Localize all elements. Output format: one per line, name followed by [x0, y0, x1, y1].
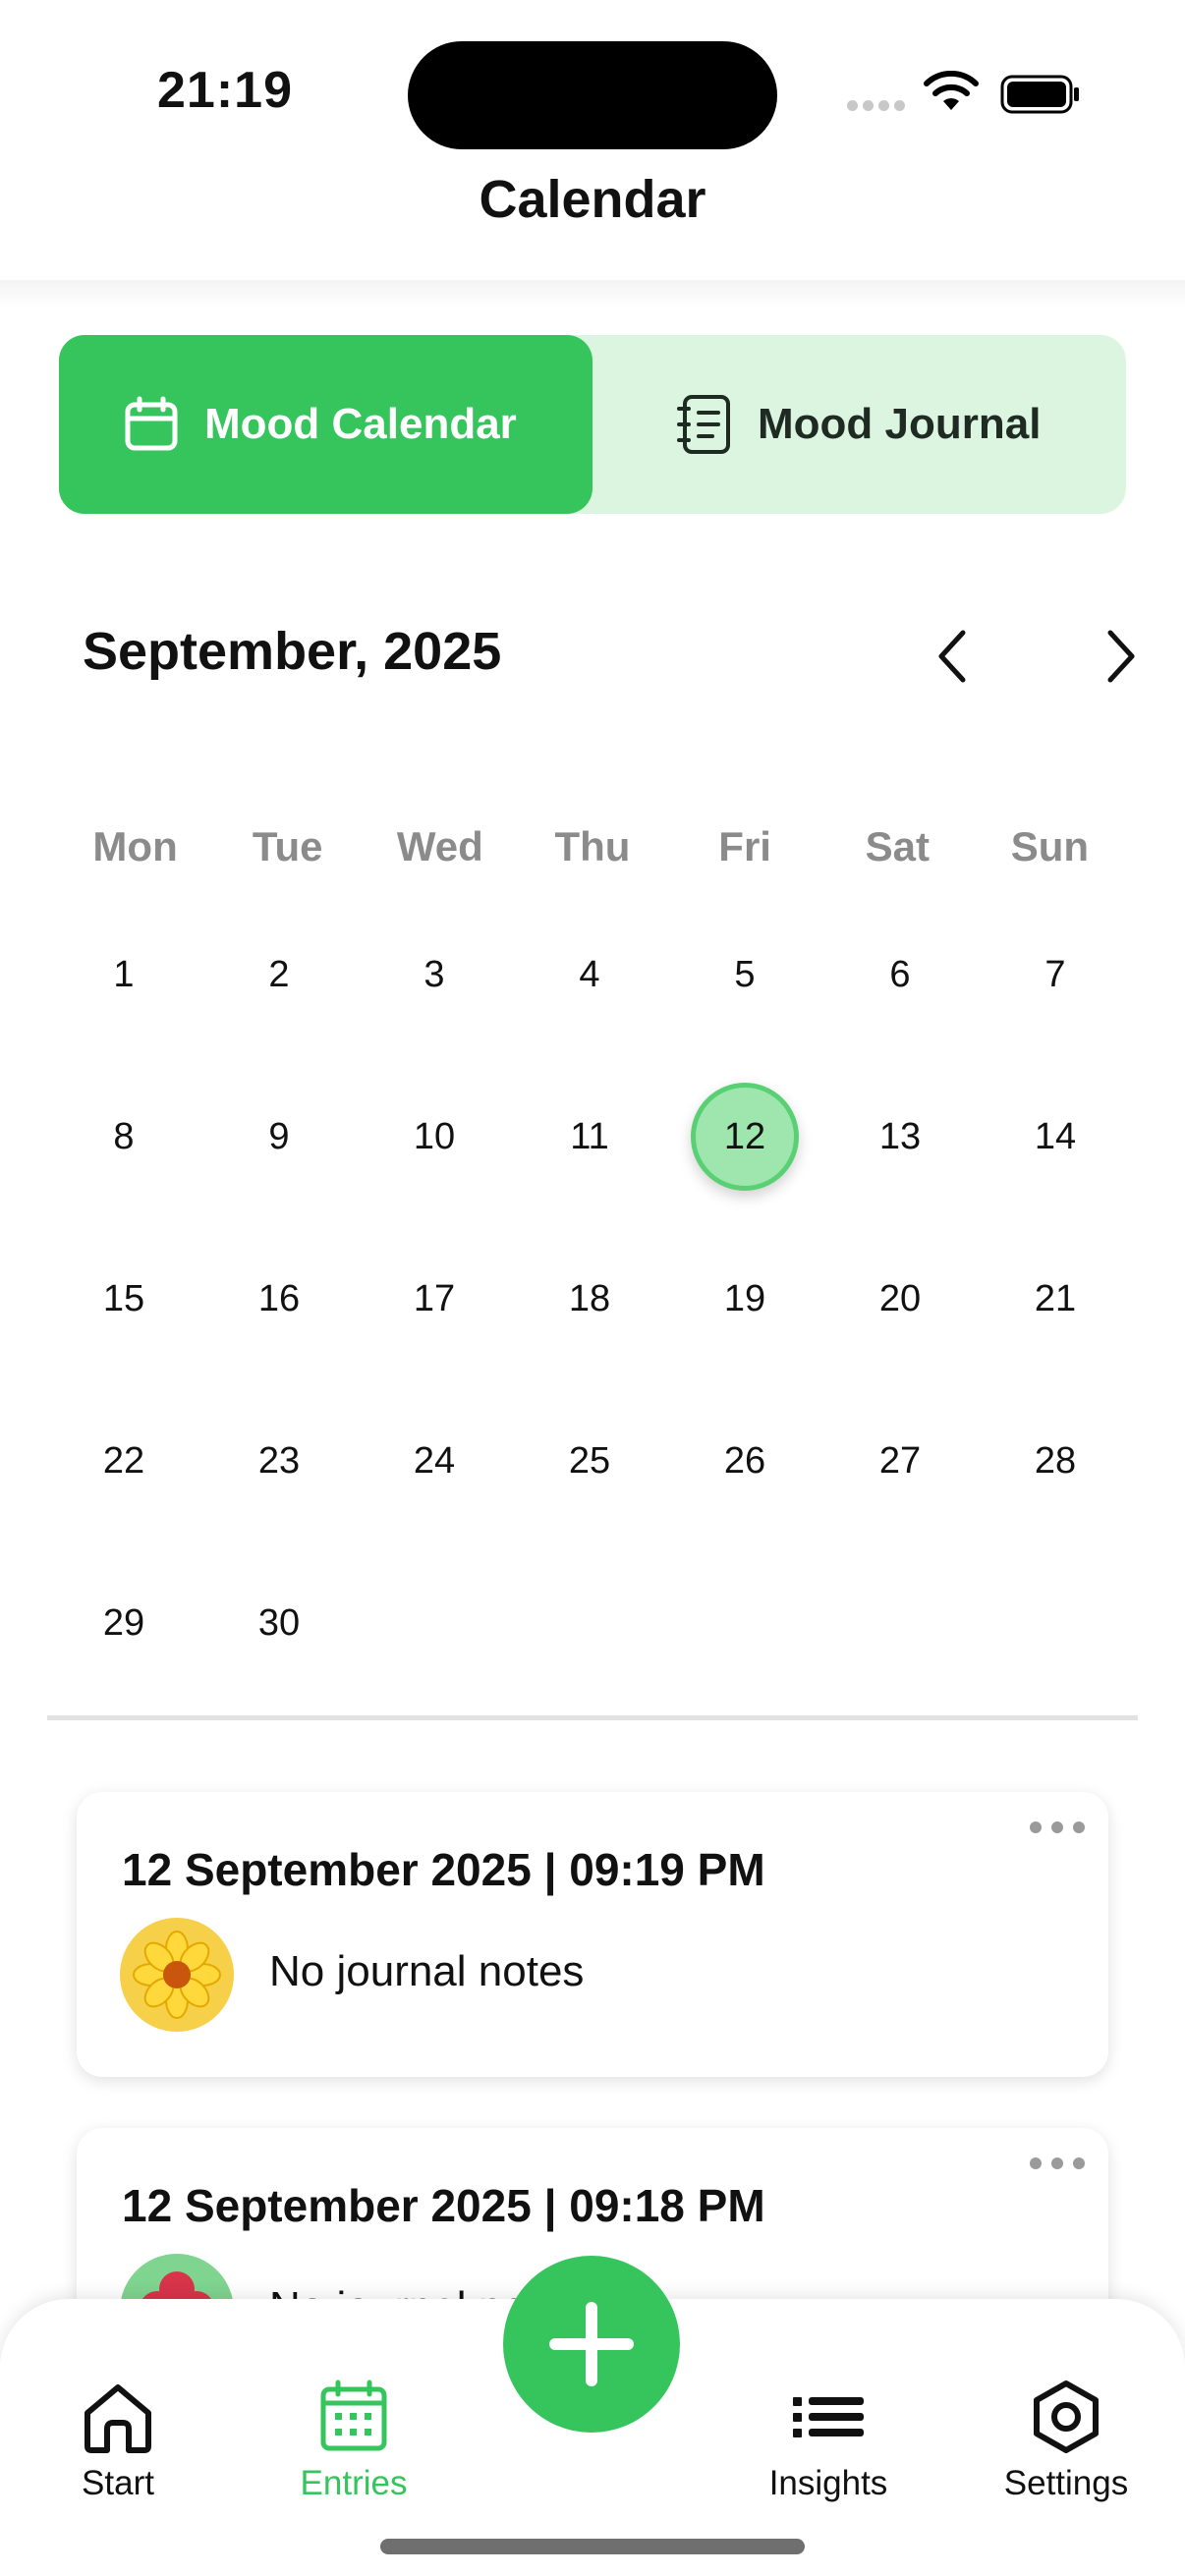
weekday-label: Tue: [252, 823, 323, 869]
plus-icon: [549, 2302, 634, 2386]
weekday-label: Fri: [718, 823, 771, 869]
calendar-day[interactable]: 19: [691, 1245, 799, 1353]
calendar-day[interactable]: 13: [846, 1083, 954, 1191]
calendar-day[interactable]: 24: [380, 1407, 488, 1515]
chevron-right-icon: [1107, 630, 1135, 683]
tab-settings[interactable]: Settings: [968, 2380, 1164, 2503]
calendar-day[interactable]: 15: [70, 1245, 178, 1353]
tab-start[interactable]: Start: [20, 2380, 216, 2503]
weekday-label: Sat: [865, 823, 930, 869]
header-shadow: [0, 280, 1185, 308]
mood-calendar-label: Mood Calendar: [204, 400, 517, 448]
weekday-label: Wed: [396, 823, 483, 869]
tab-insights-label: Insights: [768, 2464, 888, 2502]
calendar-day[interactable]: 30: [225, 1569, 333, 1677]
journal-icon: [677, 395, 730, 454]
weekday-header: Mon Tue Wed Thu Fri Sat Sun: [59, 823, 1126, 882]
calendar-day[interactable]: 5: [691, 921, 799, 1029]
calendar-day[interactable]: 16: [225, 1245, 333, 1353]
page-title: Calendar: [479, 170, 706, 229]
calendar-day[interactable]: 29: [70, 1569, 178, 1677]
settings-hexagon-icon: [1034, 2380, 1099, 2453]
calendar-day[interactable]: 23: [225, 1407, 333, 1515]
dynamic-island: [408, 41, 777, 149]
status-time: 21:19: [157, 62, 293, 119]
weekday-label: Thu: [554, 823, 631, 869]
calendar-day[interactable]: 26: [691, 1407, 799, 1515]
calendar-day[interactable]: 2: [225, 921, 333, 1029]
calendar-day[interactable]: 11: [536, 1083, 644, 1191]
tab-mood-calendar[interactable]: Mood Calendar: [59, 335, 592, 514]
calendar-grid-icon: [320, 2380, 387, 2451]
more-options-icon[interactable]: [1030, 1818, 1085, 1837]
cellular-signal-icon: [847, 98, 910, 116]
calendar-icon: [125, 396, 178, 451]
weekday-label: Sun: [1010, 823, 1090, 869]
calendar-day[interactable]: 27: [846, 1407, 954, 1515]
calendar-day[interactable]: 7: [1001, 921, 1109, 1029]
add-entry-button[interactable]: [503, 2256, 680, 2433]
calendar-day[interactable]: 21: [1001, 1245, 1109, 1353]
divider: [47, 1715, 1138, 1720]
mood-entry-card[interactable]: 12 September 2025 | 09:19 PM No journal …: [77, 1792, 1108, 2077]
home-icon: [85, 2384, 151, 2453]
calendar-day[interactable]: 22: [70, 1407, 178, 1515]
calendar-day-selected[interactable]: 12: [691, 1083, 799, 1191]
yellow-flower-icon: [120, 1918, 234, 2032]
entry-date: 12 September 2025 | 09:19 PM: [122, 1844, 765, 1895]
calendar-day[interactable]: 1: [70, 921, 178, 1029]
mood-journal-label: Mood Journal: [758, 400, 1042, 448]
weekday-label: Mon: [92, 823, 178, 869]
calendar-day[interactable]: 6: [846, 921, 954, 1029]
next-month-button[interactable]: [1081, 617, 1159, 696]
tab-mood-journal[interactable]: Mood Journal: [592, 335, 1126, 514]
previous-month-button[interactable]: [914, 617, 992, 696]
tab-entries-label: Entries: [300, 2464, 408, 2502]
wifi-icon: [924, 71, 979, 110]
view-segmented-control: Mood Calendar Mood Journal: [59, 335, 1126, 514]
calendar-day[interactable]: 18: [536, 1245, 644, 1353]
calendar-day[interactable]: 28: [1001, 1407, 1109, 1515]
tab-entries[interactable]: Entries: [255, 2380, 452, 2503]
calendar-day[interactable]: 9: [225, 1083, 333, 1191]
tab-settings-label: Settings: [1003, 2464, 1129, 2502]
calendar-day[interactable]: 10: [380, 1083, 488, 1191]
calendar-day[interactable]: 4: [536, 921, 644, 1029]
month-label: September, 2025: [83, 622, 502, 681]
entry-note: No journal notes: [269, 1947, 585, 1995]
calendar-day[interactable]: 8: [70, 1083, 178, 1191]
tab-start-label: Start: [82, 2464, 154, 2502]
calendar-day[interactable]: 14: [1001, 1083, 1109, 1191]
calendar-day[interactable]: 20: [846, 1245, 954, 1353]
calendar-day[interactable]: 25: [536, 1407, 644, 1515]
home-indicator: [380, 2539, 805, 2554]
calendar-day[interactable]: 17: [380, 1245, 488, 1353]
list-icon: [793, 2397, 864, 2437]
entry-date: 12 September 2025 | 09:18 PM: [122, 2180, 765, 2231]
tab-insights[interactable]: Insights: [730, 2380, 927, 2503]
status-bar: 21:19: [0, 0, 1185, 177]
chevron-left-icon: [938, 630, 966, 683]
month-header: September, 2025: [83, 617, 1135, 696]
battery-icon: [1000, 75, 1079, 114]
calendar-day[interactable]: 3: [380, 921, 488, 1029]
more-options-icon[interactable]: [1030, 2154, 1085, 2173]
